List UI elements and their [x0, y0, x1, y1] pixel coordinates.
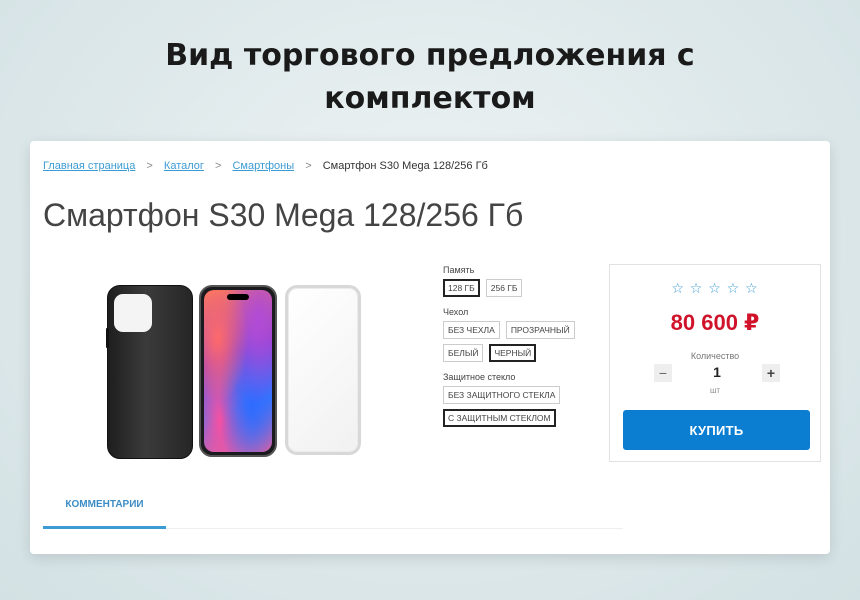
- quantity-increase-button[interactable]: +: [762, 364, 780, 382]
- headline-line-1: Вид торгового предложения с: [165, 38, 695, 73]
- product-gallery[interactable]: [104, 281, 366, 461]
- glass-option-none[interactable]: БЕЗ ЗАЩИТНОГО СТЕКЛА: [443, 386, 561, 404]
- case-option-group: Чехол БЕЗ ЧЕХЛА ПРОЗРАЧНЫЙ БЕЛЫЙ ЧЕРНЫЙ: [443, 307, 623, 362]
- smartphone-image[interactable]: [199, 285, 277, 457]
- price: 80 600 ₽: [670, 310, 760, 335]
- phone-dynamic-island: [227, 294, 249, 300]
- rating-stars[interactable]: ☆ ☆ ☆ ☆ ☆: [610, 280, 820, 297]
- star-icon[interactable]: ☆: [671, 280, 685, 296]
- buy-button[interactable]: КУПИТЬ: [623, 410, 810, 450]
- buy-box: ☆ ☆ ☆ ☆ ☆ 80 600 ₽ Количество − 1 + шт К…: [609, 264, 821, 462]
- product-tabs: КОММЕНТАРИИ: [43, 498, 623, 529]
- phone-screen: [204, 290, 272, 452]
- glass-option-group: Защитное стекло БЕЗ ЗАЩИТНОГО СТЕКЛА С З…: [443, 372, 623, 427]
- breadcrumb-home-link[interactable]: Главная страница: [43, 160, 135, 172]
- tab-comments[interactable]: КОММЕНТАРИИ: [43, 498, 166, 529]
- star-icon[interactable]: ☆: [690, 280, 704, 296]
- breadcrumb-current: Смартфон S30 Mega 128/256 Гб: [322, 160, 488, 172]
- quantity-input[interactable]: 1: [684, 364, 750, 382]
- quantity-unit: шт: [709, 386, 721, 395]
- glass-option-label: Защитное стекло: [443, 372, 516, 382]
- black-case-image[interactable]: [106, 285, 193, 459]
- quantity-stepper: − 1 +: [654, 364, 780, 384]
- memory-option-group: Память 128 ГБ 256 ГБ: [443, 265, 623, 297]
- page-title: Смартфон S30 Mega 128/256 Гб: [43, 197, 524, 233]
- star-icon[interactable]: ☆: [745, 280, 759, 296]
- breadcrumb-separator: >: [214, 160, 222, 172]
- breadcrumb-separator: >: [305, 160, 312, 172]
- case-option-black[interactable]: ЧЕРНЫЙ: [489, 344, 537, 362]
- case-option-transparent[interactable]: ПРОЗРАЧНЫЙ: [505, 321, 575, 339]
- case-option-white[interactable]: БЕЛЫЙ: [443, 344, 484, 362]
- case-side-button: [106, 328, 109, 348]
- memory-option-256[interactable]: 256 ГБ: [485, 279, 523, 297]
- breadcrumb-catalog-link[interactable]: Каталог: [164, 160, 204, 172]
- headline: Вид торгового предложения с комплектом: [0, 34, 860, 120]
- breadcrumb-smartphones-link[interactable]: Смартфоны: [232, 160, 294, 172]
- breadcrumb: Главная страница > Каталог > Смартфоны >…: [43, 160, 488, 172]
- headline-line-2: комплектом: [324, 81, 536, 116]
- case-camera-cutout: [114, 294, 152, 332]
- star-icon[interactable]: ☆: [708, 280, 722, 296]
- quantity-decrease-button[interactable]: −: [654, 364, 672, 382]
- case-option-label: Чехол: [443, 307, 469, 317]
- memory-option-128[interactable]: 128 ГБ: [443, 279, 480, 297]
- case-option-none[interactable]: БЕЗ ЧЕХЛА: [443, 321, 500, 339]
- product-card: Главная страница > Каталог > Смартфоны >…: [30, 141, 830, 554]
- quantity-label: Количество: [690, 351, 740, 361]
- star-icon[interactable]: ☆: [727, 280, 741, 296]
- protective-glass-image[interactable]: [285, 285, 361, 455]
- breadcrumb-separator: >: [146, 160, 153, 172]
- glass-option-with-glass[interactable]: С ЗАЩИТНЫМ СТЕКЛОМ: [443, 409, 556, 427]
- memory-option-label: Память: [443, 265, 475, 275]
- product-options: Память 128 ГБ 256 ГБ Чехол БЕЗ ЧЕХЛА ПРО…: [443, 265, 623, 437]
